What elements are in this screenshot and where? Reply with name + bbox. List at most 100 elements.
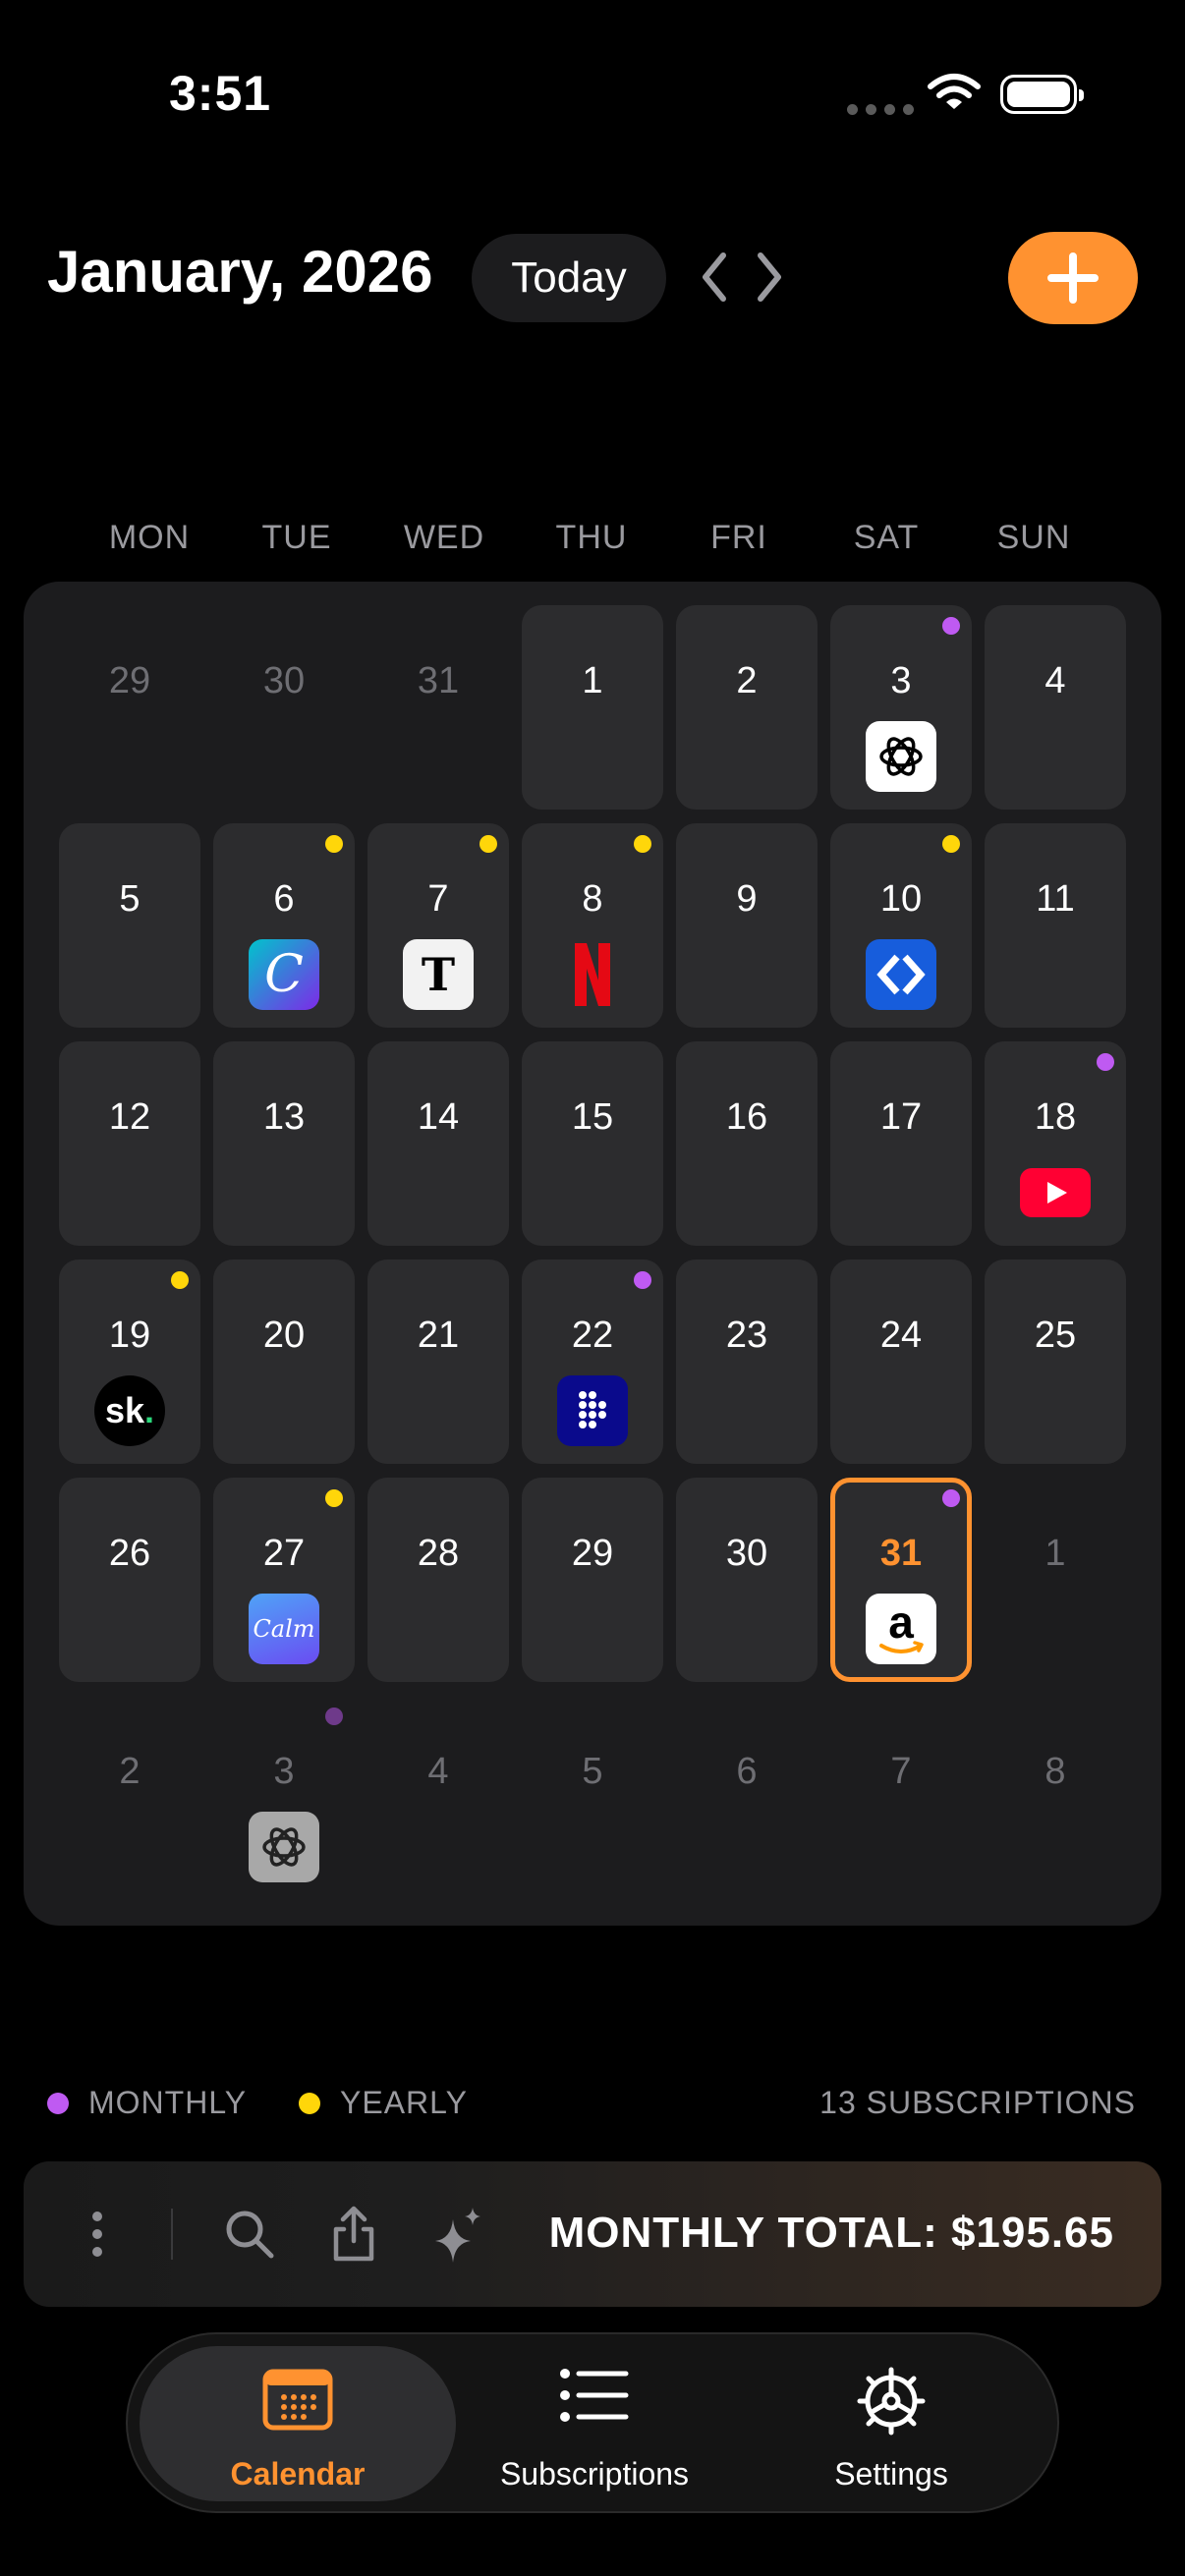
tab-bar: Calendar Subscriptions Settings <box>126 2332 1059 2513</box>
calendar-icon <box>262 2369 333 2431</box>
more-button[interactable] <box>73 2161 122 2307</box>
calendar-day-13[interactable]: 13 <box>213 1041 355 1246</box>
tab-subscriptions[interactable]: Subscriptions <box>436 2346 753 2501</box>
calendar-day-prev-31[interactable]: 31 <box>367 605 509 810</box>
legend-yearly: YEARLY <box>299 2085 468 2121</box>
openai-icon <box>249 1812 319 1882</box>
calendar-day-12[interactable]: 12 <box>59 1041 200 1246</box>
add-subscription-button[interactable] <box>1008 232 1138 324</box>
chevron-right-icon[interactable] <box>753 248 788 307</box>
calendar-day-next-7[interactable]: 7 <box>830 1696 972 1900</box>
calendar-day-27[interactable]: 27 Calm <box>213 1478 355 1682</box>
search-button[interactable] <box>220 2161 279 2307</box>
plus-icon <box>1047 252 1099 304</box>
sk-icon: sk. <box>94 1375 165 1446</box>
calendar-day-30[interactable]: 30 <box>676 1478 818 1682</box>
tab-calendar[interactable]: Calendar <box>140 2346 456 2501</box>
calendar-day-next-5[interactable]: 5 <box>522 1696 663 1900</box>
calendar-day-24[interactable]: 24 <box>830 1260 972 1464</box>
weekday-sun: SUN <box>996 519 1071 556</box>
chevron-left-icon[interactable] <box>696 248 731 307</box>
day-number: 30 <box>262 660 306 701</box>
calendar-day-7[interactable]: 7 T <box>367 823 509 1028</box>
day-number: 17 <box>879 1096 923 1138</box>
calendar-day-19[interactable]: 19 sk. <box>59 1260 200 1464</box>
calendar-day-16[interactable]: 16 <box>676 1041 818 1246</box>
status-time: 3:51 <box>169 66 272 121</box>
day-number: 1 <box>582 660 603 701</box>
calendar-day-next-4[interactable]: 4 <box>367 1696 509 1900</box>
calendar-day-6[interactable]: 6 C <box>213 823 355 1028</box>
gear-icon <box>857 2367 926 2436</box>
calendar-day-prev-30[interactable]: 30 <box>213 605 355 810</box>
day-number: 8 <box>582 878 603 920</box>
calendar-day-prev-29[interactable]: 29 <box>59 605 200 810</box>
calendar-day-next-1[interactable]: 1 <box>985 1478 1126 1682</box>
calendar-day-18[interactable]: 18 <box>985 1041 1126 1246</box>
calendar-day-25[interactable]: 25 <box>985 1260 1126 1464</box>
day-number: 15 <box>571 1096 614 1138</box>
calendar-day-3[interactable]: 3 <box>830 605 972 810</box>
calendar-day-4[interactable]: 4 <box>985 605 1126 810</box>
calendar-day-next-8[interactable]: 8 <box>985 1696 1126 1900</box>
openai-icon <box>866 721 936 792</box>
yearly-dot <box>325 1489 343 1507</box>
day-number: 11 <box>1036 878 1075 920</box>
calendar-day-2[interactable]: 2 <box>676 605 818 810</box>
yearly-dot <box>480 835 497 853</box>
calendar-day-next-3[interactable]: 3 <box>213 1696 355 1900</box>
calendar-day-11[interactable]: 11 <box>985 823 1126 1028</box>
calendar-day-next-2[interactable]: 2 <box>59 1696 200 1900</box>
day-number: 28 <box>417 1533 460 1574</box>
calendar-day-22[interactable]: 22 <box>522 1260 663 1464</box>
weekday-thu: THU <box>555 519 628 556</box>
day-number: 1 <box>1044 1533 1066 1574</box>
calendar-day-10[interactable]: 10 <box>830 823 972 1028</box>
calendar-day-17[interactable]: 17 <box>830 1041 972 1246</box>
weekday-mon: MON <box>108 519 191 556</box>
day-number: 13 <box>262 1096 306 1138</box>
calendar-day-5[interactable]: 5 <box>59 823 200 1028</box>
nyt-icon: T <box>403 939 474 1010</box>
summary-toolbar: MONTHLY TOTAL: $195.65 <box>24 2161 1161 2307</box>
svg-text:a: a <box>888 1598 914 1648</box>
tab-settings[interactable]: Settings <box>733 2346 1049 2501</box>
calendar-day-31-today[interactable]: 31 a <box>830 1478 972 1682</box>
monthly-total: MONTHLY TOTAL: $195.65 <box>548 2209 1114 2257</box>
more-vertical-icon <box>92 2212 102 2257</box>
share-icon <box>333 2206 374 2262</box>
calendar-day-14[interactable]: 14 <box>367 1041 509 1246</box>
ai-sparkle-button[interactable] <box>428 2161 487 2307</box>
day-number: 5 <box>582 1751 603 1792</box>
calendar-day-next-6[interactable]: 6 <box>676 1696 818 1900</box>
calendar-day-28[interactable]: 28 <box>367 1478 509 1682</box>
day-number: 6 <box>736 1751 758 1792</box>
list-icon <box>560 2369 629 2422</box>
toolbar-divider <box>171 2209 173 2260</box>
share-button[interactable] <box>324 2161 383 2307</box>
day-number: 2 <box>736 660 758 701</box>
calendar-day-21[interactable]: 21 <box>367 1260 509 1464</box>
calendar-day-23[interactable]: 23 <box>676 1260 818 1464</box>
today-button[interactable]: Today <box>472 234 666 322</box>
calendar-day-8[interactable]: 8 <box>522 823 663 1028</box>
sparkles-icon <box>435 2208 480 2263</box>
day-number: 25 <box>1034 1315 1077 1356</box>
monthly-dot <box>634 1271 651 1289</box>
calendar-day-20[interactable]: 20 <box>213 1260 355 1464</box>
monthly-dot <box>942 617 960 635</box>
day-number: 27 <box>262 1533 306 1574</box>
amazon-icon: a <box>866 1594 936 1664</box>
day-number: 10 <box>879 878 923 920</box>
calendar-day-15[interactable]: 15 <box>522 1041 663 1246</box>
day-number: 26 <box>108 1533 151 1574</box>
calendar-day-26[interactable]: 26 <box>59 1478 200 1682</box>
netflix-icon <box>557 939 628 1010</box>
calendar-day-1[interactable]: 1 <box>522 605 663 810</box>
calm-icon: Calm <box>249 1594 319 1664</box>
calendar-day-9[interactable]: 9 <box>676 823 818 1028</box>
day-number: 29 <box>571 1533 614 1574</box>
calendar-grid: 29 30 31 1 2 3 4 5 6 C 7 T 8 9 10 11 12 … <box>24 582 1161 1926</box>
calendar-day-29[interactable]: 29 <box>522 1478 663 1682</box>
deezer-icon <box>557 1375 628 1446</box>
